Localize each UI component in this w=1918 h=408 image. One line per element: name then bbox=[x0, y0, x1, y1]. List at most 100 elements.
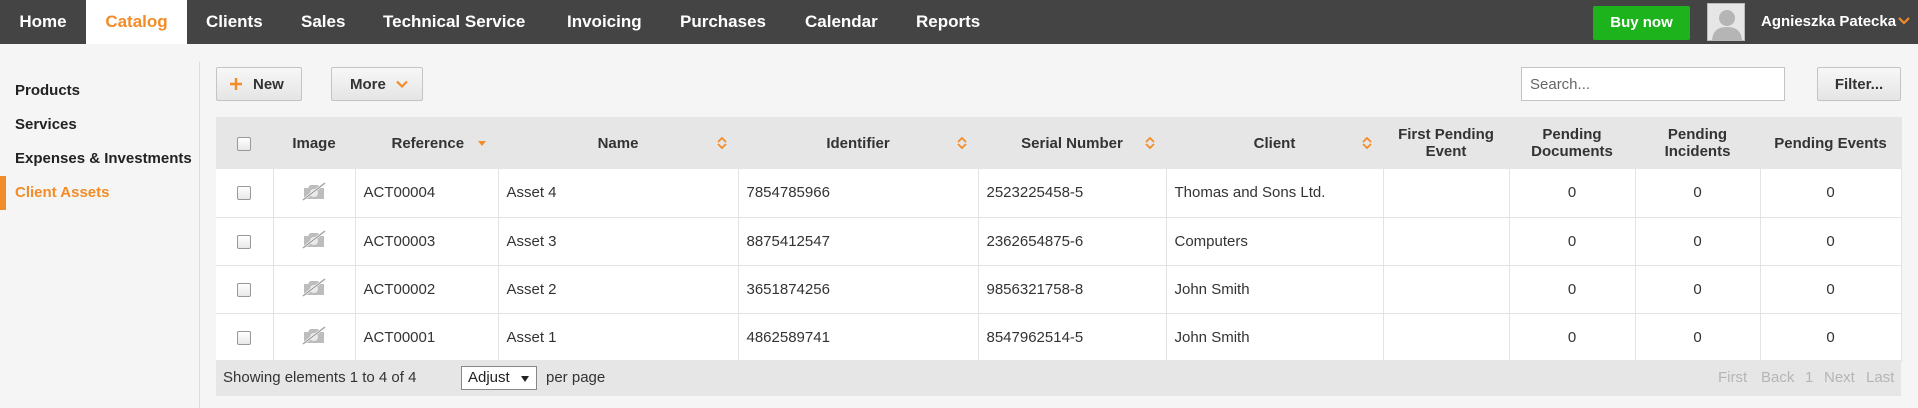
cell-name: Asset 1 bbox=[498, 313, 739, 362]
cell-first-pending-event bbox=[1383, 217, 1510, 266]
nav-calendar[interactable]: Calendar bbox=[805, 0, 878, 44]
row-checkbox[interactable] bbox=[237, 282, 252, 297]
row-checkbox[interactable] bbox=[237, 186, 252, 201]
sidebar-active-indicator bbox=[0, 176, 6, 210]
cell-first-pending-event bbox=[1383, 265, 1510, 314]
sort-desc-icon[interactable] bbox=[476, 136, 488, 150]
buy-now-button[interactable]: Buy now bbox=[1593, 6, 1690, 40]
column-header-client[interactable]: Client bbox=[1166, 117, 1384, 169]
nav-reports[interactable]: Reports bbox=[916, 0, 980, 44]
sort-icon[interactable] bbox=[956, 136, 968, 150]
cell-name: Asset 2 bbox=[498, 265, 739, 314]
cell-pending-incidents: 0 bbox=[1635, 265, 1761, 314]
no-image-icon bbox=[302, 181, 326, 201]
nav-invoicing[interactable]: Invoicing bbox=[567, 0, 642, 44]
image-cell bbox=[273, 313, 356, 362]
cell-serial-number: 9856321758-8 bbox=[978, 265, 1167, 314]
column-header-serial-number[interactable]: Serial Number bbox=[978, 117, 1167, 169]
search-input[interactable] bbox=[1521, 67, 1785, 101]
column-header-serial-number-label: Serial Number bbox=[1021, 134, 1123, 152]
chevron-down-icon[interactable] bbox=[1898, 15, 1910, 27]
sort-icon[interactable] bbox=[1144, 136, 1156, 150]
table-row[interactable]: ACT00002 Asset 2 3651874256 9856321758-8… bbox=[216, 265, 1902, 314]
cell-identifier: 3651874256 bbox=[738, 265, 979, 314]
sidebar-item-products[interactable]: Products bbox=[15, 82, 80, 99]
filter-button[interactable]: Filter... bbox=[1817, 67, 1901, 101]
cell-serial-number: 8547962514-5 bbox=[978, 313, 1167, 362]
chevron-down-icon bbox=[396, 80, 408, 89]
column-header-pending-events: Pending Events bbox=[1760, 117, 1902, 169]
column-header-pending-incidents: Pending Incidents bbox=[1635, 117, 1761, 169]
cell-client: John Smith bbox=[1166, 313, 1384, 362]
row-select-cell bbox=[216, 313, 274, 362]
new-button[interactable]: New bbox=[216, 67, 302, 101]
nav-clients[interactable]: Clients bbox=[206, 0, 263, 44]
sort-icon[interactable] bbox=[716, 136, 728, 150]
cell-reference: ACT00004 bbox=[355, 169, 499, 218]
pager-back[interactable]: Back bbox=[1761, 360, 1794, 396]
column-header-reference-label: Reference bbox=[391, 134, 465, 152]
cell-client: Thomas and Sons Ltd. bbox=[1166, 169, 1384, 218]
sidebar-item-expenses-investments[interactable]: Expenses & Investments bbox=[15, 150, 192, 167]
sort-icon[interactable] bbox=[1361, 136, 1373, 150]
plus-icon bbox=[230, 78, 242, 90]
cell-client: Computers bbox=[1166, 217, 1384, 266]
sidebar-item-services[interactable]: Services bbox=[15, 116, 77, 133]
filter-button-label: Filter... bbox=[1834, 75, 1884, 93]
cell-pending-documents: 0 bbox=[1509, 217, 1636, 266]
pager-page-number[interactable]: 1 bbox=[1805, 360, 1813, 396]
no-image-icon bbox=[302, 278, 326, 297]
row-select-cell bbox=[216, 169, 274, 218]
cell-identifier: 4862589741 bbox=[738, 313, 979, 362]
cell-pending-documents: 0 bbox=[1509, 313, 1636, 362]
pager-last[interactable]: Last bbox=[1866, 360, 1894, 396]
cell-name: Asset 3 bbox=[498, 217, 739, 266]
select-all-checkbox[interactable] bbox=[237, 136, 252, 151]
avatar[interactable] bbox=[1707, 3, 1745, 41]
assets-table: Image Reference Name Identifier Serial N… bbox=[216, 117, 1902, 362]
table-row[interactable]: ACT00003 Asset 3 8875412547 2362654875-6… bbox=[216, 217, 1902, 266]
image-cell bbox=[273, 169, 356, 218]
per-page-select[interactable]: Adjust bbox=[461, 366, 537, 390]
table-row[interactable]: ACT00004 Asset 4 7854785966 2523225458-5… bbox=[216, 169, 1902, 218]
user-name-menu[interactable]: Agnieszka Patecka bbox=[1761, 0, 1896, 44]
row-checkbox[interactable] bbox=[237, 234, 252, 249]
column-header-client-label: Client bbox=[1253, 134, 1296, 152]
nav-home[interactable]: Home bbox=[0, 0, 86, 44]
table-footer: Showing elements 1 to 4 of 4 Adjust per … bbox=[216, 360, 1901, 396]
cell-reference: ACT00003 bbox=[355, 217, 499, 266]
table-row[interactable]: ACT00001 Asset 1 4862589741 8547962514-5… bbox=[216, 313, 1902, 362]
column-header-reference[interactable]: Reference bbox=[355, 117, 499, 169]
cell-pending-events: 0 bbox=[1760, 265, 1902, 314]
cell-pending-incidents: 0 bbox=[1635, 169, 1761, 218]
column-header-name[interactable]: Name bbox=[498, 117, 739, 169]
table-header-row: Image Reference Name Identifier Serial N… bbox=[216, 117, 1902, 169]
new-button-label: New bbox=[253, 75, 284, 93]
cell-serial-number: 2523225458-5 bbox=[978, 169, 1167, 218]
cell-name: Asset 4 bbox=[498, 169, 739, 218]
row-select-cell bbox=[216, 265, 274, 314]
pager-first[interactable]: First bbox=[1718, 360, 1747, 396]
nav-catalog[interactable]: Catalog bbox=[86, 0, 187, 44]
more-button-label: More bbox=[350, 75, 386, 93]
row-checkbox[interactable] bbox=[237, 330, 252, 345]
per-page-label: per page bbox=[546, 369, 606, 386]
cell-pending-events: 0 bbox=[1760, 217, 1902, 266]
nav-sales[interactable]: Sales bbox=[301, 0, 345, 44]
cell-first-pending-event bbox=[1383, 313, 1510, 362]
row-select-cell bbox=[216, 217, 274, 266]
pager-next[interactable]: Next bbox=[1824, 360, 1855, 396]
cell-pending-documents: 0 bbox=[1509, 265, 1636, 314]
column-header-identifier[interactable]: Identifier bbox=[738, 117, 979, 169]
select-all-header bbox=[216, 117, 274, 169]
per-page-value: Adjust bbox=[468, 369, 510, 386]
cell-pending-events: 0 bbox=[1760, 313, 1902, 362]
nav-technical-service[interactable]: Technical Service bbox=[383, 0, 525, 44]
image-cell bbox=[273, 265, 356, 314]
cell-identifier: 7854785966 bbox=[738, 169, 979, 218]
more-button[interactable]: More bbox=[331, 67, 423, 101]
sidebar: Products Services Expenses & Investments… bbox=[0, 62, 200, 408]
nav-purchases[interactable]: Purchases bbox=[680, 0, 766, 44]
cell-pending-documents: 0 bbox=[1509, 169, 1636, 218]
sidebar-item-client-assets[interactable]: Client Assets bbox=[15, 184, 109, 201]
